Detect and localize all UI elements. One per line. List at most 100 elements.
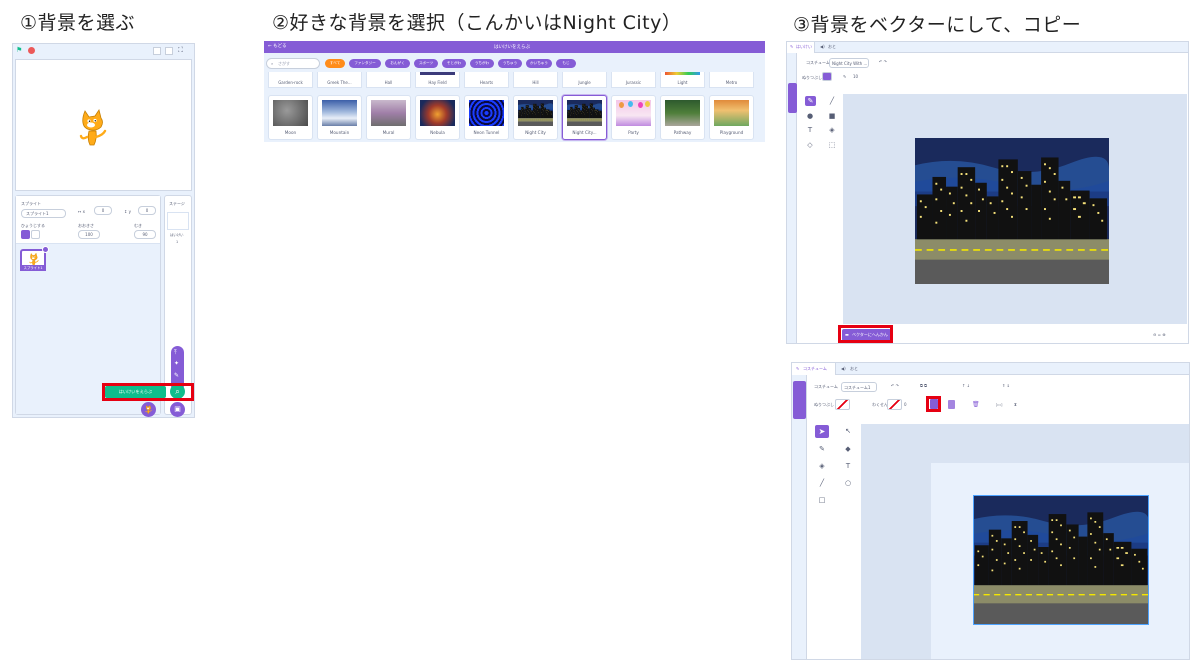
tile-moon[interactable]: Moon	[268, 95, 313, 140]
category-fantasy[interactable]: ファンタジー	[349, 59, 381, 68]
delete-sprite-icon[interactable]	[42, 246, 49, 253]
paint2-reshape-tool-icon[interactable]: ↖	[844, 427, 852, 435]
back-button[interactable]: ← もどる	[268, 43, 287, 49]
flip-horizontal-icon[interactable]: ▷◁	[996, 403, 1002, 407]
paint2-selected-costume[interactable]	[793, 381, 806, 419]
size-field[interactable]: 100	[78, 230, 100, 239]
paint1-undo-icon[interactable]: ↶ ↷	[879, 60, 887, 64]
paint1-select-tool-icon[interactable]: ⬚	[828, 141, 836, 149]
tile-nebula[interactable]: Nebula	[415, 95, 460, 140]
highlight-choose-backdrop	[102, 383, 194, 401]
category-space[interactable]: うちゅう	[498, 59, 522, 68]
category-all[interactable]: すべて	[325, 59, 345, 68]
paint2-front-icon[interactable]: ⇑ ⇓	[1002, 384, 1010, 388]
tile-hall[interactable]: Hall	[366, 72, 411, 88]
category-outdoors[interactable]: そとがわ	[442, 59, 466, 68]
paint2-outline-size[interactable]: 0	[904, 403, 907, 407]
tile-greek-theater[interactable]: Greek The...	[317, 72, 362, 88]
paint1-fill-swatch[interactable]	[822, 72, 832, 81]
tile-metro[interactable]: Metro	[709, 72, 754, 88]
stop-icon[interactable]	[28, 47, 35, 54]
y-field[interactable]: 0	[138, 206, 156, 215]
paint1-brush-size[interactable]: 10	[853, 75, 858, 79]
tile-pathway[interactable]: Pathway	[660, 95, 705, 140]
category-underwater[interactable]: かいちゅう	[526, 59, 552, 68]
paint2-undo-icon[interactable]: ↶ ↷	[891, 384, 899, 388]
paint1-costume-name[interactable]: Night City With ...	[829, 58, 869, 68]
tile-mountain[interactable]: Mountain	[317, 95, 362, 140]
green-flag-icon[interactable]: ⚑	[16, 47, 23, 54]
paint1-text-tool-icon[interactable]: T	[806, 126, 814, 134]
category-music[interactable]: おんがく	[385, 59, 410, 68]
paint2-group-icon[interactable]: ⧉ ⧉	[920, 384, 927, 388]
x-field[interactable]: 0	[94, 206, 112, 215]
tile-night-city[interactable]: Night City	[513, 95, 558, 140]
paint2-circle-tool-icon[interactable]: ○	[844, 479, 852, 487]
paint1-brush-tool-icon[interactable]: ✎	[805, 96, 816, 106]
direction-field[interactable]: 90	[134, 230, 156, 239]
paint2-eraser-tool-icon[interactable]: ◆	[844, 445, 852, 453]
upload-icon[interactable]: ⤒	[174, 349, 181, 356]
editor-screenshot: ⚑ ⛶ スプライト スプライト1 ↔ x 0 ↕ y 0 ひょうじする おおきさ…	[12, 43, 195, 418]
paint1-line-tool-icon[interactable]: ╱	[828, 97, 836, 105]
normal-stage-icon[interactable]	[165, 47, 173, 55]
paint1-tab-sounds[interactable]: ◀) おと	[817, 42, 839, 53]
paint1-eraser-tool-icon[interactable]: ◇	[806, 141, 814, 149]
x-arrow-icon: ↔ x	[78, 209, 85, 214]
paint2-tab-costumes[interactable]: ✎ コスチューム	[792, 363, 836, 375]
search-icon: ⌕	[271, 61, 274, 66]
stage[interactable]	[15, 59, 192, 191]
tile-party[interactable]: Party	[611, 95, 656, 140]
search-field[interactable]: ⌕ さがす	[266, 58, 320, 69]
paint1-rect-tool-icon[interactable]: ■	[828, 112, 836, 120]
paint-brush-icon[interactable]: ✎	[174, 372, 181, 379]
small-stage-icon[interactable]	[153, 47, 161, 55]
paste-button-icon[interactable]	[948, 400, 955, 409]
paint1-fill-tool-icon[interactable]: ◈	[828, 126, 836, 134]
tile-mural[interactable]: Mural	[366, 95, 411, 140]
tile-jurassic[interactable]: Jurassic	[611, 72, 656, 88]
paint2-canvas-area[interactable]	[861, 424, 1189, 659]
paint1-selected-costume[interactable]	[788, 83, 797, 113]
paint2-tab-sounds[interactable]: ◀) おと	[839, 363, 863, 375]
paint2-forward-icon[interactable]: ↑ ↓	[962, 384, 970, 388]
paint1-tab-costumes[interactable]: ✎ はいけい	[787, 42, 815, 53]
paint2-line-tool-icon[interactable]: ╱	[818, 479, 826, 487]
paint1-zoom-controls[interactable]: ⊖ = ⊕	[1153, 333, 1166, 337]
tile-neon-tunnel[interactable]: Neon Tunnel	[464, 95, 509, 140]
choose-sprite-button[interactable]	[141, 402, 156, 417]
tile-hay-field[interactable]: Hay Field	[415, 72, 460, 88]
paint2-fill-swatch[interactable]	[835, 399, 850, 410]
paint1-circle-tool-icon[interactable]: ●	[806, 112, 814, 120]
delete-icon[interactable]: 🗑	[972, 402, 980, 408]
tile-garden-rock[interactable]: Garden-rock	[268, 72, 313, 88]
tile-hearts[interactable]: Hearts	[464, 72, 509, 88]
flip-vertical-icon[interactable]: ⧗	[1014, 403, 1017, 407]
paint2-text-tool-icon[interactable]: T	[844, 462, 852, 470]
category-indoors[interactable]: うちがわ	[470, 59, 494, 68]
category-letters[interactable]: もじ	[556, 59, 576, 68]
library-screenshot: ← もどる はいけいをえらぶ ⌕ さがす すべて ファンタジー おんがく スポー…	[264, 41, 765, 142]
paint2-select-tool-icon[interactable]: ➤	[815, 425, 829, 438]
tile-light[interactable]: Light	[660, 72, 705, 88]
paint2-rect-tool-icon[interactable]: □	[818, 496, 826, 504]
tile-night-city-with-street[interactable]: Night City...	[562, 95, 607, 140]
scratch-cat-sprite[interactable]	[79, 107, 107, 147]
fullscreen-icon[interactable]: ⛶	[178, 46, 186, 54]
sprite-thumb[interactable]: スプライト1	[20, 246, 49, 271]
paint1-canvas-area[interactable]	[843, 94, 1187, 324]
show-eye-icon[interactable]	[21, 230, 30, 239]
choose-backdrop-button[interactable]: ▣	[170, 402, 185, 417]
paint2-fill-tool-icon[interactable]: ◈	[818, 462, 826, 470]
stage-thumb[interactable]	[167, 212, 189, 230]
tile-playground[interactable]: Playground	[709, 95, 754, 140]
tile-hill[interactable]: Hill	[513, 72, 558, 88]
category-sports[interactable]: スポーツ	[414, 59, 438, 68]
sprite-name-field[interactable]: スプライト1	[21, 209, 66, 218]
surprise-icon[interactable]: ✦	[174, 360, 181, 367]
paint2-brush-tool-icon[interactable]: ✎	[818, 445, 826, 453]
paint2-costume-name[interactable]: コスチューム1	[841, 382, 877, 392]
paint2-outline-swatch[interactable]	[887, 399, 902, 410]
tile-jungle[interactable]: Jungle	[562, 72, 607, 88]
hide-eye-icon[interactable]	[31, 230, 40, 239]
